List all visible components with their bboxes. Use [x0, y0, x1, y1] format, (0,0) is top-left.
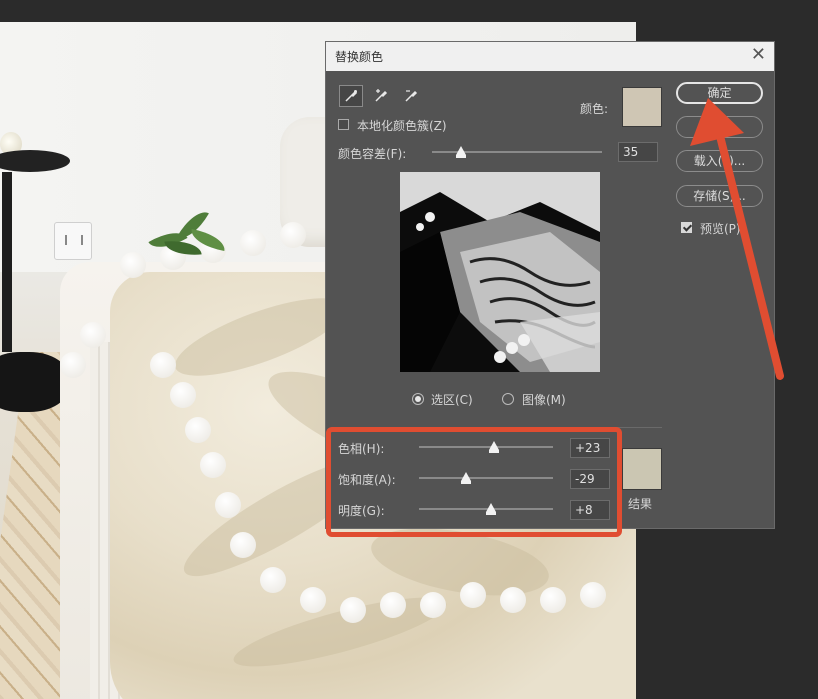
wall-outlet	[54, 222, 92, 260]
ok-button[interactable]: 确定	[676, 82, 763, 104]
side-table-leg	[2, 172, 12, 352]
eyedropper-plus-icon[interactable]	[369, 85, 393, 107]
eyedropper-icon[interactable]	[339, 85, 363, 107]
color-label: 颜色:	[580, 102, 609, 116]
annotation-highlight-box	[326, 427, 622, 537]
result-label: 结果	[628, 497, 653, 511]
dialog-titlebar: 替换颜色 ✕	[326, 42, 774, 71]
result-swatch[interactable]	[622, 448, 662, 490]
close-icon[interactable]: ✕	[751, 44, 766, 65]
localized-clusters-checkbox[interactable]	[338, 119, 349, 130]
plant	[130, 205, 240, 262]
dialog-title: 替换颜色	[335, 50, 384, 64]
localized-clusters-label: 本地化颜色簇(Z)	[357, 119, 447, 133]
tolerance-slider[interactable]	[432, 146, 602, 158]
radio-image[interactable]	[502, 393, 514, 405]
preview-label: 预览(P)	[700, 222, 741, 236]
save-button[interactable]: 存储(S)...	[676, 185, 763, 207]
radio-image-label: 图像(M)	[522, 393, 566, 407]
load-button[interactable]: 载入(L)...	[676, 150, 763, 172]
cancel-button[interactable]: 取消	[676, 116, 763, 138]
selection-preview	[400, 172, 600, 372]
radio-selection[interactable]	[412, 393, 424, 405]
preview-checkbox[interactable]	[681, 222, 692, 233]
tolerance-slider-thumb[interactable]	[455, 146, 466, 158]
tolerance-input[interactable]: 35	[618, 142, 658, 162]
radio-selection-label: 选区(C)	[431, 393, 473, 407]
color-swatch[interactable]	[622, 87, 662, 127]
eyedropper-minus-icon[interactable]	[399, 85, 423, 107]
tolerance-label: 颜色容差(F):	[338, 147, 407, 161]
